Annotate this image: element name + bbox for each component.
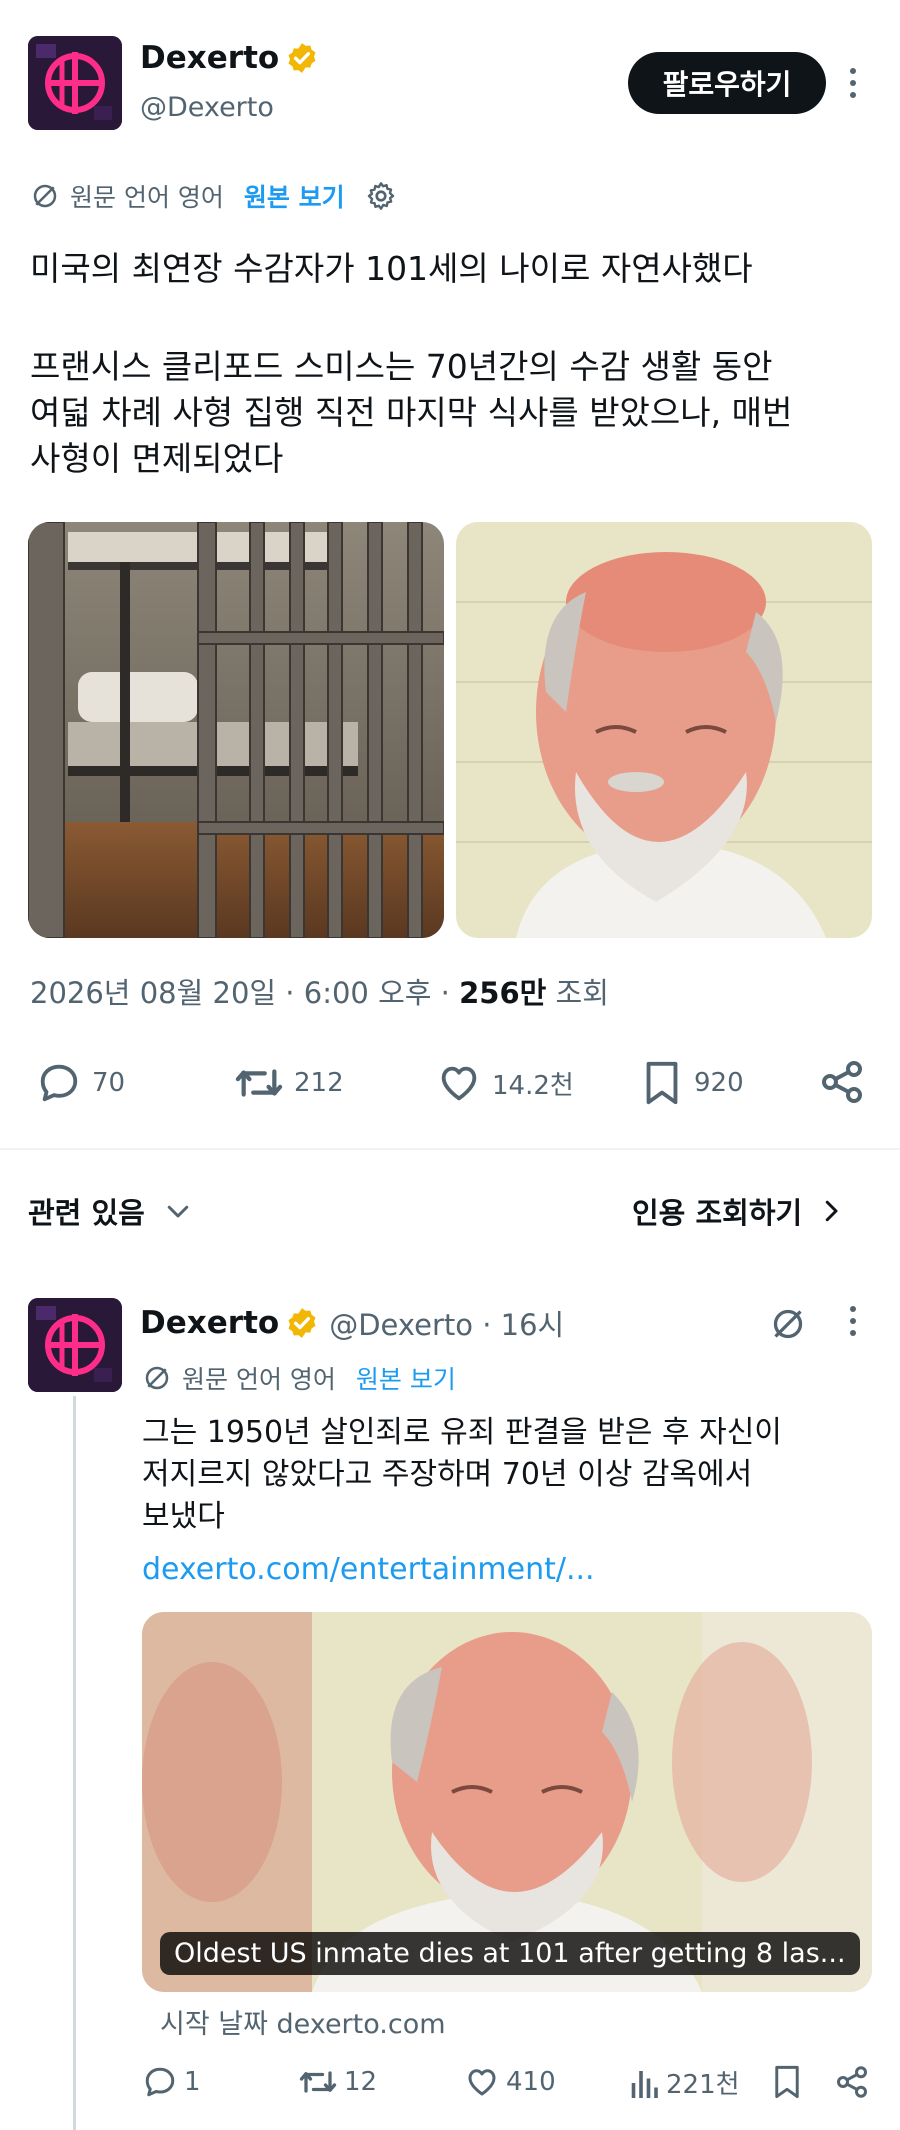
reply-repost-count: 12: [344, 2067, 378, 2097]
bookmark-button[interactable]: 920: [640, 1058, 744, 1108]
reply-count: 70: [92, 1068, 126, 1098]
author-name[interactable]: Dexerto: [140, 40, 279, 76]
dexerto-logo-icon: [28, 1298, 122, 1392]
verified-badge-icon: [288, 1308, 316, 1338]
reply-like-button[interactable]: 410: [464, 2064, 556, 2100]
post-date: 2026년 08월 20일 · 6:00 오후 ·: [30, 976, 460, 1010]
reply-author-avatar[interactable]: [28, 1298, 122, 1392]
chevron-right-icon: [825, 1200, 838, 1222]
like-button[interactable]: 14.2천: [436, 1060, 574, 1106]
reply-bookmark-icon[interactable]: [770, 2063, 804, 2101]
link-card-source[interactable]: 시작 날짜 dexerto.com: [160, 2002, 446, 2041]
reply-source-language-label: 원문 언어 영어: [182, 1365, 336, 1394]
related-label: 관련 있음: [28, 1196, 145, 1230]
heart-icon: [468, 2069, 496, 2096]
thread-line: [73, 1396, 76, 2130]
reply-reply-button[interactable]: 1: [142, 2064, 201, 2100]
inmate-portrait-image: [456, 522, 872, 938]
translate-toggle-icon[interactable]: [768, 1304, 808, 1344]
analytics-icon: [631, 2070, 658, 2098]
comment-icon: [40, 1064, 78, 1102]
reply-reply-count: 1: [184, 2067, 201, 2097]
author-avatar[interactable]: [28, 36, 122, 130]
reply-repost-button[interactable]: 12: [298, 2064, 377, 2100]
media-image-cell[interactable]: [28, 522, 444, 938]
follow-button[interactable]: 팔로우하기: [628, 52, 826, 114]
view-quotes-link[interactable]: 인용 조회하기: [632, 1190, 846, 1232]
post-body-text: 프랜시스 클리포드 스미스는 70년간의 수감 생활 동안 여덟 차례 사형 집…: [30, 347, 793, 478]
chevron-down-icon: [167, 1205, 189, 1218]
reply-views-button[interactable]: 221천: [628, 2064, 740, 2101]
post-views-label: 조회: [546, 976, 609, 1010]
prison-cell-image: [28, 522, 444, 938]
repost-icon: [235, 1069, 283, 1097]
post-title-text: 미국의 최연장 수감자가 101세의 나이로 자연사했다: [30, 249, 753, 288]
author-handle[interactable]: @Dexerto: [140, 92, 274, 123]
bookmark-icon: [646, 1061, 678, 1105]
reply-translation-row: 원문 언어 영어 원본 보기: [142, 1360, 456, 1396]
view-quotes-label: 인용 조회하기: [632, 1196, 803, 1230]
section-divider: [0, 1148, 900, 1150]
view-original-link[interactable]: 원본 보기: [244, 178, 345, 214]
repost-icon: [299, 2071, 337, 2093]
settings-gear-icon[interactable]: [365, 180, 397, 212]
source-language-label: 원문 언어 영어: [70, 183, 224, 212]
reply-more-options-icon[interactable]: [850, 1306, 856, 1336]
comment-icon: [145, 2067, 175, 2097]
translation-row: 원문 언어 영어 원본 보기: [30, 178, 397, 214]
reply-text: 그는 1950년 살인죄로 유죄 판결을 받은 후 자신이 저지르지 않았다고 …: [142, 1415, 782, 1534]
reply-button[interactable]: 70: [36, 1060, 125, 1106]
reply-author-name[interactable]: Dexerto: [140, 1305, 279, 1341]
post-views-count[interactable]: 256만: [459, 976, 546, 1010]
post-meta: 2026년 08월 20일 · 6:00 오후 · 256만 조회: [30, 970, 609, 1012]
translate-icon: [145, 1366, 169, 1390]
share-icon: [822, 1061, 862, 1103]
translate-icon: [33, 184, 57, 208]
dexerto-logo-icon: [28, 36, 122, 130]
more-options-icon[interactable]: [850, 68, 856, 98]
related-dropdown[interactable]: 관련 있음: [28, 1190, 193, 1232]
reply-share-icon[interactable]: [834, 2064, 870, 2100]
verified-badge-icon: [288, 43, 316, 73]
bookmark-count: 920: [694, 1068, 744, 1098]
reply-article-link[interactable]: dexerto.com/entertainment/...: [142, 1552, 595, 1587]
repost-count: 212: [294, 1068, 344, 1098]
reply-like-count: 410: [506, 2067, 556, 2097]
share-button[interactable]: [818, 1058, 866, 1106]
heart-icon: [441, 1066, 477, 1101]
media-image-inmate[interactable]: [456, 522, 872, 938]
reply-handle-time[interactable]: @Dexerto · 16시: [329, 1302, 564, 1344]
repost-button[interactable]: 212: [234, 1060, 344, 1106]
reply-view-original-link[interactable]: 원본 보기: [356, 1360, 456, 1396]
like-count: 14.2천: [492, 1070, 574, 1101]
reply-views-count: 221천: [666, 2070, 740, 2100]
link-card-caption: Oldest US inmate dies at 101 after getti…: [160, 1932, 860, 1975]
